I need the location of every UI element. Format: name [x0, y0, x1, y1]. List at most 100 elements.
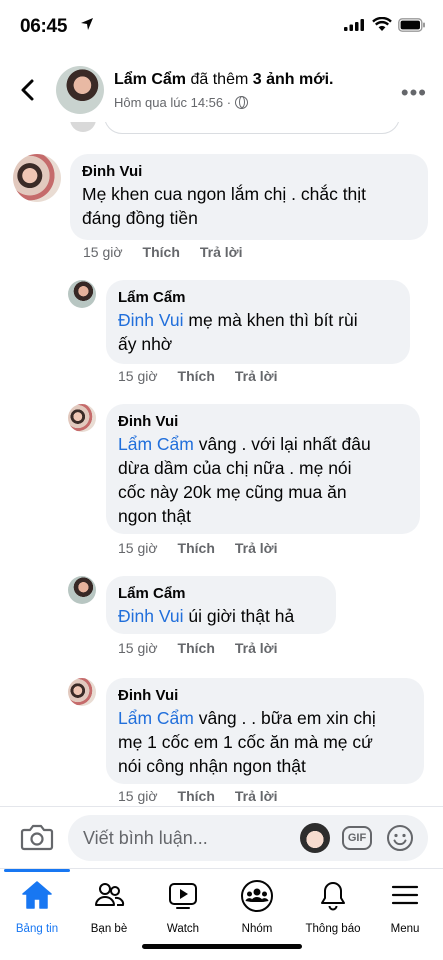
comment-time: 15 giờ: [118, 640, 158, 656]
comment-line: dừa dầm của chị nữa . mẹ nói: [118, 458, 352, 478]
reply-button[interactable]: Trả lời: [235, 368, 278, 384]
nav-label: Nhóm: [241, 923, 273, 935]
more-options-icon[interactable]: •••: [401, 80, 427, 106]
comment-line: ấy nhờ: [118, 334, 173, 354]
comment-line: cốc này 20k mẹ cũng mua ăn: [118, 482, 347, 502]
like-button[interactable]: Thích: [178, 788, 215, 804]
reply-button[interactable]: Trả lời: [235, 788, 278, 804]
nav-label: Bạn bè: [90, 923, 128, 935]
comment-line: Lẩm Cẩm vâng . với lại nhất đâu: [118, 434, 371, 454]
status-bar: 06:45: [0, 0, 443, 52]
comment-author[interactable]: Đinh Vui: [118, 412, 408, 432]
cellular-signal-icon: [344, 19, 364, 31]
nav-item-menu[interactable]: Menu: [368, 877, 442, 937]
comment-bubble[interactable]: Lẩm Cẩm Đinh Vui úi giời thật hả: [106, 576, 336, 634]
comment-line: Đinh Vui mẹ mà khen thì bít rùi: [118, 310, 358, 330]
reply-button[interactable]: Trả lời: [200, 244, 243, 260]
author-avatar[interactable]: [56, 66, 104, 114]
reply-item: Đinh Vui Lẩm Cẩm vâng . . bữa em xin chị…: [0, 676, 443, 806]
mention-link[interactable]: Lẩm Cẩm: [118, 708, 194, 728]
comment-time: 15 giờ: [118, 540, 158, 556]
globe-icon: [235, 96, 249, 109]
avatar[interactable]: [68, 576, 96, 604]
comment-input-placeholder: Viết bình luận...: [83, 828, 208, 848]
nav-item-groups[interactable]: Nhóm: [220, 877, 294, 937]
reply-button[interactable]: Trả lời: [235, 640, 278, 656]
comment-input[interactable]: Viết bình luận... GIF: [68, 815, 428, 861]
nav-label: Menu: [390, 923, 420, 935]
comment-actions: 15 giờ Thích Trả lời: [83, 244, 243, 260]
partial-comment: [0, 122, 443, 136]
comment-line: nói công nhận ngon thật: [118, 756, 306, 776]
comment-line: Đinh Vui úi giời thật hả: [118, 606, 295, 626]
post-time[interactable]: Hôm qua lúc 14:56 ·: [114, 95, 231, 110]
nav-item-news-feed[interactable]: Bảng tin: [0, 877, 74, 937]
nav-item-friends[interactable]: Bạn bè: [72, 877, 146, 937]
post-action-count: 3 ảnh mới.: [252, 71, 334, 88]
comment-item: Đinh Vui Mẹ khen cua ngon lắm chị . chắc…: [0, 152, 443, 267]
comment-bubble[interactable]: Đinh Vui Mẹ khen cua ngon lắm chị . chắc…: [70, 154, 428, 240]
avatar[interactable]: [68, 678, 96, 706]
comment-time: 15 giờ: [83, 244, 123, 260]
reply-item: Đinh Vui Lẩm Cẩm vâng . với lại nhất đâu…: [0, 402, 443, 562]
comment-actions: 15 giờ Thích Trả lời: [118, 640, 278, 656]
nav-label: Watch: [166, 923, 200, 935]
menu-icon: [391, 885, 419, 905]
comment-line: Lẩm Cẩm vâng . . bữa em xin chị: [118, 708, 376, 728]
wifi-icon: [372, 17, 392, 31]
bell-icon: [321, 882, 345, 911]
watch-icon: [169, 883, 197, 909]
comment-time: 15 giờ: [118, 368, 158, 384]
comment-author[interactable]: Đinh Vui: [82, 162, 416, 182]
comment-actions: 15 giờ Thích Trả lời: [118, 368, 278, 384]
avatar[interactable]: [68, 404, 96, 432]
like-button[interactable]: Thích: [178, 368, 215, 384]
friends-icon: [95, 883, 125, 906]
mention-link[interactable]: Đinh Vui: [118, 310, 184, 330]
groups-icon: [241, 880, 273, 912]
comment-bubble[interactable]: Đinh Vui Lẩm Cẩm vâng . với lại nhất đâu…: [106, 404, 420, 534]
camera-icon[interactable]: [20, 823, 54, 851]
like-button[interactable]: Thích: [143, 244, 180, 260]
comment-actions: 15 giờ Thích Trả lời: [118, 540, 278, 556]
gif-button[interactable]: GIF: [342, 826, 372, 850]
post-subtitle: Hôm qua lúc 14:56 ·: [114, 95, 249, 110]
comment-time: 15 giờ: [118, 788, 158, 804]
comment-author[interactable]: Lẩm Cẩm: [118, 584, 324, 604]
status-time: 06:45: [20, 16, 68, 37]
avatar[interactable]: [68, 280, 96, 308]
nav-label: Thông báo: [305, 923, 361, 935]
mention-link[interactable]: Lẩm Cẩm: [118, 434, 194, 454]
comment-actions: 15 giờ Thích Trả lời: [118, 788, 278, 804]
home-indicator[interactable]: [142, 944, 302, 949]
comment-line: Mẹ khen cua ngon lắm chị . chắc thịt: [82, 184, 367, 204]
nav-item-watch[interactable]: Watch: [146, 877, 220, 937]
avatar-sticker-icon[interactable]: [300, 823, 330, 853]
like-button[interactable]: Thích: [178, 540, 215, 556]
nav-item-notifications[interactable]: Thông báo: [296, 877, 370, 937]
post-author-name[interactable]: Lẩm Cẩm: [114, 71, 186, 88]
nav-label: Bảng tin: [15, 923, 59, 935]
emoji-icon[interactable]: [386, 824, 414, 852]
comment-author[interactable]: Đinh Vui: [118, 686, 412, 706]
comment-author[interactable]: Lẩm Cẩm: [118, 288, 398, 308]
avatar[interactable]: [13, 154, 61, 202]
mention-link[interactable]: Đinh Vui: [118, 606, 184, 626]
post-title: Lẩm Cẩm đã thêm 3 ảnh mới.: [114, 71, 333, 89]
back-arrow-icon[interactable]: [16, 76, 40, 104]
reply-item: Lẩm Cẩm Đinh Vui úi giời thật hả 15 giờ …: [0, 574, 443, 664]
comment-bubble: [104, 122, 400, 134]
battery-icon: [398, 18, 425, 32]
like-button[interactable]: Thích: [178, 640, 215, 656]
comment-bubble[interactable]: Đinh Vui Lẩm Cẩm vâng . . bữa em xin chị…: [106, 678, 424, 784]
active-tab-indicator: [4, 869, 70, 872]
post-header: Lẩm Cẩm đã thêm 3 ảnh mới. Hôm qua lúc 1…: [0, 58, 443, 122]
comment-line: ngon thật: [118, 506, 191, 526]
post-action-text: đã thêm: [190, 71, 249, 88]
home-icon: [22, 881, 52, 909]
reply-button[interactable]: Trả lời: [235, 540, 278, 556]
avatar: [70, 122, 96, 132]
comment-line: mẹ 1 cốc em 1 cốc ăn mà mẹ cứ: [118, 732, 373, 752]
comment-composer: Viết bình luận... GIF: [0, 806, 443, 868]
comment-bubble[interactable]: Lẩm Cẩm Đinh Vui mẹ mà khen thì bít rùi …: [106, 280, 410, 364]
